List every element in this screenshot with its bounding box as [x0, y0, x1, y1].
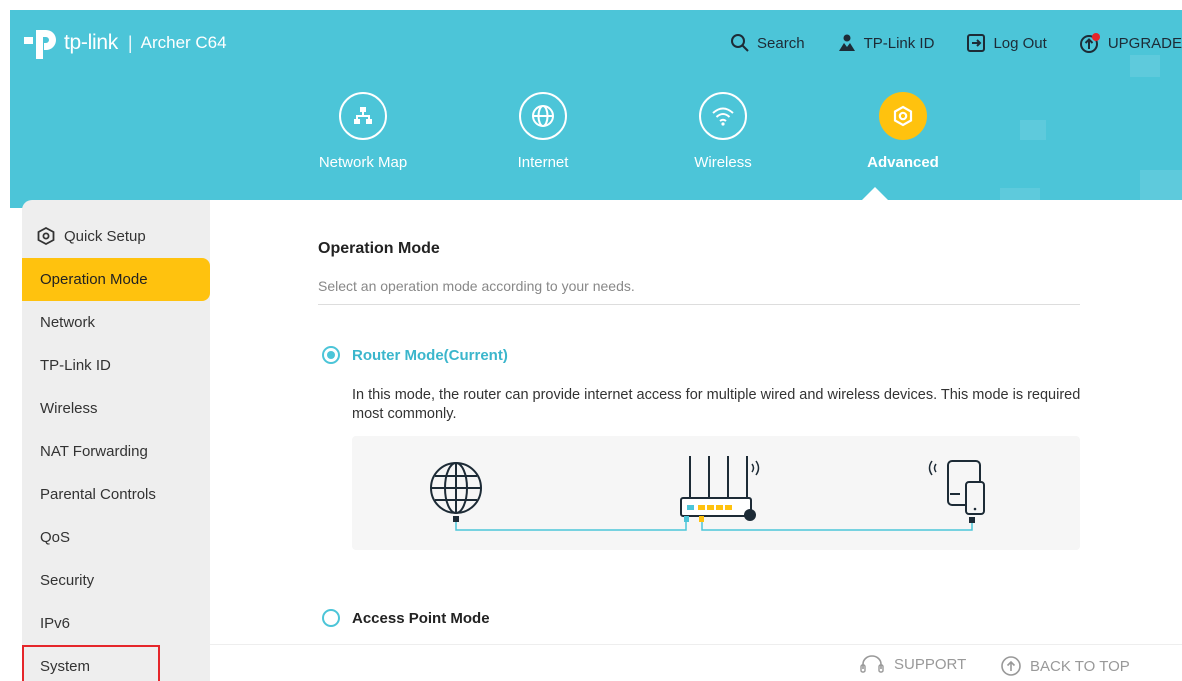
search-link[interactable]: Search: [730, 33, 805, 53]
active-nav-caret: [862, 187, 888, 200]
sidebar-item-label: NAT Forwarding: [40, 443, 148, 460]
tplink-logo[interactable]: tp-link | Archer C64: [22, 26, 227, 60]
logout-icon: [967, 34, 986, 52]
access-point-mode-radio[interactable]: [322, 609, 340, 627]
upgrade-label: UPGRADE: [1107, 34, 1182, 52]
sidebar-item-label: System: [40, 658, 91, 675]
wireless-devices-icon: [928, 460, 985, 515]
decor-square: [1130, 55, 1160, 77]
main-content: Operation Mode Select an operation mode …: [210, 200, 1182, 644]
footer: SUPPORT BACK TO TOP: [210, 644, 1182, 681]
router-mode-option[interactable]: Router Mode(Current): [322, 346, 508, 364]
brand-name: tp-link: [64, 31, 118, 54]
sidebar-item-label: Operation Mode: [40, 271, 148, 288]
nav-label: Network Map: [318, 154, 408, 171]
support-label: SUPPORT: [894, 655, 967, 673]
tplink-id-link[interactable]: TP-Link ID: [837, 33, 935, 53]
router-mode-radio[interactable]: [322, 346, 340, 364]
nav-internet[interactable]: Internet: [453, 92, 633, 171]
internet-globe-icon: [430, 462, 482, 514]
tplink-logo-icon: [24, 30, 56, 59]
sidebar-item-label: Wireless: [40, 400, 98, 417]
wifi-icon: [699, 92, 747, 140]
upgrade-icon: [1079, 33, 1100, 53]
brand-separator: |: [127, 32, 133, 53]
access-point-mode-label: Access Point Mode: [352, 609, 490, 627]
logout-link[interactable]: Log Out: [966, 33, 1047, 53]
router-device-icon: [680, 456, 760, 522]
support-link[interactable]: SUPPORT: [858, 655, 966, 673]
advanced-gear-icon: [879, 92, 927, 140]
sidebar-item-label: IPv6: [40, 615, 71, 632]
router-mode-diagram: [352, 436, 1080, 550]
back-to-top-link[interactable]: BACK TO TOP: [1000, 655, 1130, 677]
sidebar-item-parental-controls[interactable]: Parental Controls: [22, 473, 210, 516]
sidebar-item-wireless[interactable]: Wireless: [22, 387, 210, 430]
sidebar-item-label: Parental Controls: [40, 486, 156, 503]
sidebar-item-system[interactable]: System: [22, 645, 160, 681]
router-mode-illustration: [430, 456, 985, 531]
search-icon: [731, 34, 749, 52]
main-nav: Network Map Internet Wireless Advanced: [273, 92, 993, 171]
nav-label: Wireless: [694, 154, 752, 171]
sidebar-item-network[interactable]: Network: [22, 301, 210, 344]
sidebar-item-label: Security: [40, 572, 95, 589]
logout-label: Log Out: [993, 34, 1047, 52]
headset-icon: [860, 655, 884, 673]
page-title: Operation Mode: [318, 240, 440, 257]
sidebar-item-quick-setup[interactable]: Quick Setup: [22, 200, 210, 258]
router-mode-description: In this mode, the router can provide int…: [352, 387, 1081, 422]
nav-network-map[interactable]: Network Map: [273, 92, 453, 171]
sidebar-item-label: TP-Link ID: [40, 357, 111, 374]
globe-icon: [519, 92, 567, 140]
sidebar-item-ipv6[interactable]: IPv6: [22, 602, 210, 645]
sidebar-item-security[interactable]: Security: [22, 559, 210, 602]
header: tp-link | Archer C64 Search TP-Link ID L…: [10, 10, 1182, 208]
sidebar-item-operation-mode[interactable]: Operation Mode: [22, 258, 210, 301]
router-mode-label: Router Mode(Current): [352, 346, 508, 364]
decor-square: [1020, 120, 1046, 140]
sidebar-item-label: Quick Setup: [64, 227, 146, 245]
back-to-top-label: BACK TO TOP: [1030, 657, 1130, 675]
network-map-icon: [339, 92, 387, 140]
quick-setup-icon: [37, 226, 55, 246]
nav-label: Advanced: [867, 154, 939, 171]
sidebar-item-label: Network: [40, 314, 96, 331]
access-point-mode-option[interactable]: Access Point Mode: [322, 609, 490, 627]
search-label: Search: [757, 34, 805, 52]
nav-label: Internet: [517, 154, 569, 171]
model-name: Archer C64: [140, 33, 227, 52]
tplink-id-label: TP-Link ID: [863, 34, 935, 52]
sidebar-item-nat-forwarding[interactable]: NAT Forwarding: [22, 430, 210, 473]
user-id-icon: [838, 34, 855, 51]
sidebar-item-label: QoS: [40, 529, 71, 546]
sidebar-item-qos[interactable]: QoS: [22, 516, 210, 559]
arrow-up-circle-icon: [1001, 656, 1021, 676]
sidebar: Quick Setup Operation Mode Network TP-Li…: [22, 200, 210, 681]
divider: [318, 304, 1080, 305]
page-subtitle: Select an operation mode according to yo…: [318, 278, 635, 294]
top-links: Search TP-Link ID Log Out UPGRADE: [698, 32, 1182, 54]
nav-advanced[interactable]: Advanced: [813, 92, 993, 171]
sidebar-item-tplink-id[interactable]: TP-Link ID: [22, 344, 210, 387]
nav-wireless[interactable]: Wireless: [633, 92, 813, 171]
upgrade-link[interactable]: UPGRADE: [1079, 32, 1182, 54]
